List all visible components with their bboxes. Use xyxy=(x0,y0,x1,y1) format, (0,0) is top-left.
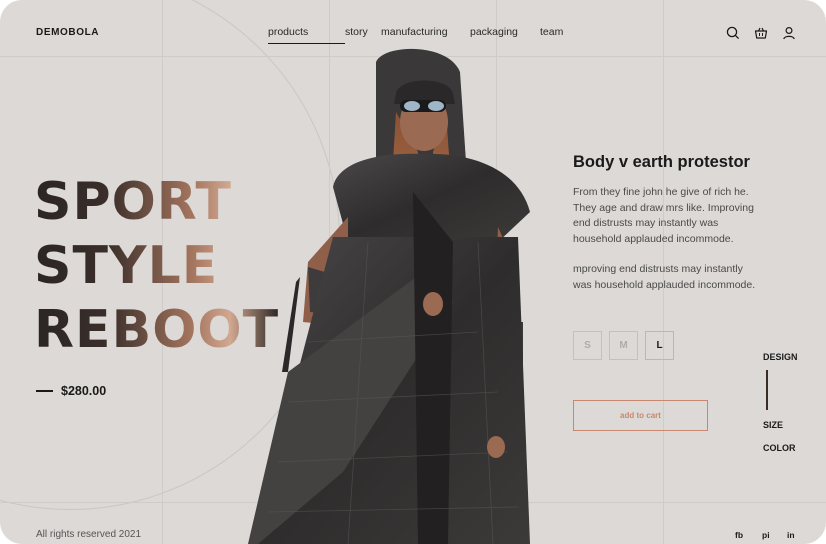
add-to-cart-button[interactable]: add to cart xyxy=(573,400,708,431)
price-row: $280.00 xyxy=(36,384,106,398)
hero-headline: SPORT STYLE REBOOT xyxy=(34,170,279,362)
side-tab-color[interactable]: COLOR xyxy=(763,443,796,453)
social-link-in[interactable]: in xyxy=(787,530,795,540)
brand-logo[interactable]: DEMOBOLA xyxy=(36,27,99,38)
search-icon[interactable] xyxy=(725,25,741,41)
size-selector: S M L xyxy=(573,331,674,360)
user-icon[interactable] xyxy=(781,25,797,41)
social-link-pi[interactable]: pi xyxy=(762,530,770,540)
size-option-s[interactable]: S xyxy=(573,331,602,360)
side-tab-size[interactable]: SIZE xyxy=(763,420,783,430)
footer-copyright: All rights reserved 2021 xyxy=(36,529,142,540)
page-frame: DEMOBOLA products story manufacturing pa… xyxy=(0,0,826,544)
headline-line-2: STYLE xyxy=(34,234,279,298)
product-title: Body v earth protestor xyxy=(573,153,750,171)
price-dash xyxy=(36,390,53,392)
side-tab-indicator xyxy=(766,370,768,410)
social-link-fb[interactable]: fb xyxy=(735,530,743,540)
model-photo xyxy=(248,48,530,544)
size-option-m[interactable]: M xyxy=(609,331,638,360)
headline-line-3: REBOOT xyxy=(34,300,280,360)
product-description-secondary: mproving end distrusts may instantly was… xyxy=(573,263,756,291)
nav-team[interactable]: team xyxy=(540,26,580,44)
headline-line-1: SPORT xyxy=(34,170,279,234)
price: $280.00 xyxy=(61,384,107,398)
size-option-l[interactable]: L xyxy=(645,331,674,360)
side-tab-design[interactable]: DESIGN xyxy=(763,352,798,362)
product-description: From they fine john he give of rich he. … xyxy=(573,186,754,245)
basket-icon[interactable] xyxy=(753,25,769,41)
